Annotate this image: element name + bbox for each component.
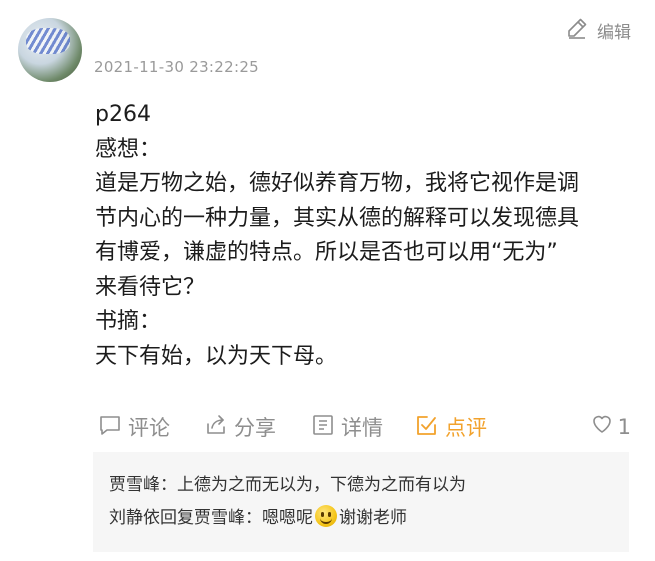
share-button[interactable]: 分享 — [204, 412, 276, 442]
review-button[interactable]: 点评 — [415, 412, 487, 442]
comment-text: 谢谢老师 — [339, 508, 407, 528]
comment-item[interactable]: 贾雪峰：上德为之而无以为，下德为之而有以为 — [109, 469, 613, 502]
post-line: p264 — [95, 102, 151, 127]
comment-separator: ： — [160, 475, 177, 495]
pencil-icon — [565, 16, 589, 45]
like-count: 1 — [617, 414, 631, 439]
like-button[interactable]: 1 — [590, 412, 631, 441]
reply-to-author[interactable]: 贾雪峰 — [194, 508, 245, 528]
post-timestamp: 2021-11-30 23:22:25 — [94, 58, 260, 76]
comment-author[interactable]: 刘静依 — [109, 508, 160, 528]
comment-text: 上德为之而无以为，下德为之而有以为 — [177, 475, 466, 495]
checkbox-pen-icon — [415, 413, 439, 442]
detail-icon — [311, 413, 335, 442]
post-line: 有博爱，谦虚的特点。所以是否也可以用“无为” — [95, 240, 558, 265]
comment-icon — [98, 413, 122, 442]
heart-icon — [590, 412, 614, 441]
comment-button[interactable]: 评论 — [98, 412, 170, 442]
comment-separator: ： — [245, 508, 262, 528]
post-line: 节内心的一种力量，其实从德的解释可以发现德具 — [95, 205, 580, 231]
post-line: 天下有始，以为天下母。 — [95, 343, 338, 369]
action-bar: 评论 分享 详情 点评 1 — [98, 412, 631, 444]
edit-button[interactable]: 编辑 — [565, 16, 631, 45]
comment-author[interactable]: 贾雪峰 — [109, 475, 160, 495]
detail-label: 详情 — [341, 416, 383, 440]
reply-word: 回复 — [160, 508, 194, 528]
post-content: p264 感想： 道是万物之始，德好似养育万物，我将它视作是调 节内心的一种力量… — [95, 98, 640, 374]
review-label: 点评 — [445, 416, 487, 440]
share-icon — [204, 413, 228, 442]
detail-button[interactable]: 详情 — [311, 412, 383, 442]
comment-label: 评论 — [128, 416, 170, 440]
post-line: 感想： — [95, 136, 162, 162]
share-label: 分享 — [234, 416, 276, 440]
avatar[interactable] — [18, 18, 82, 82]
edit-label: 编辑 — [597, 23, 631, 43]
post-line: 书摘： — [95, 309, 162, 334]
comment-text: 嗯嗯呢 — [262, 508, 313, 528]
smiling-face-emoji-icon — [315, 505, 337, 527]
comment-item[interactable]: 刘静依回复贾雪峰：嗯嗯呢 谢谢老师 — [109, 502, 613, 535]
comment-list: 贾雪峰：上德为之而无以为，下德为之而有以为 刘静依回复贾雪峰：嗯嗯呢 谢谢老师 — [93, 452, 629, 552]
post-line: 来看待它？ — [95, 274, 206, 300]
post-line: 道是万物之始，德好似养育万物，我将它视作是调 — [95, 171, 580, 196]
